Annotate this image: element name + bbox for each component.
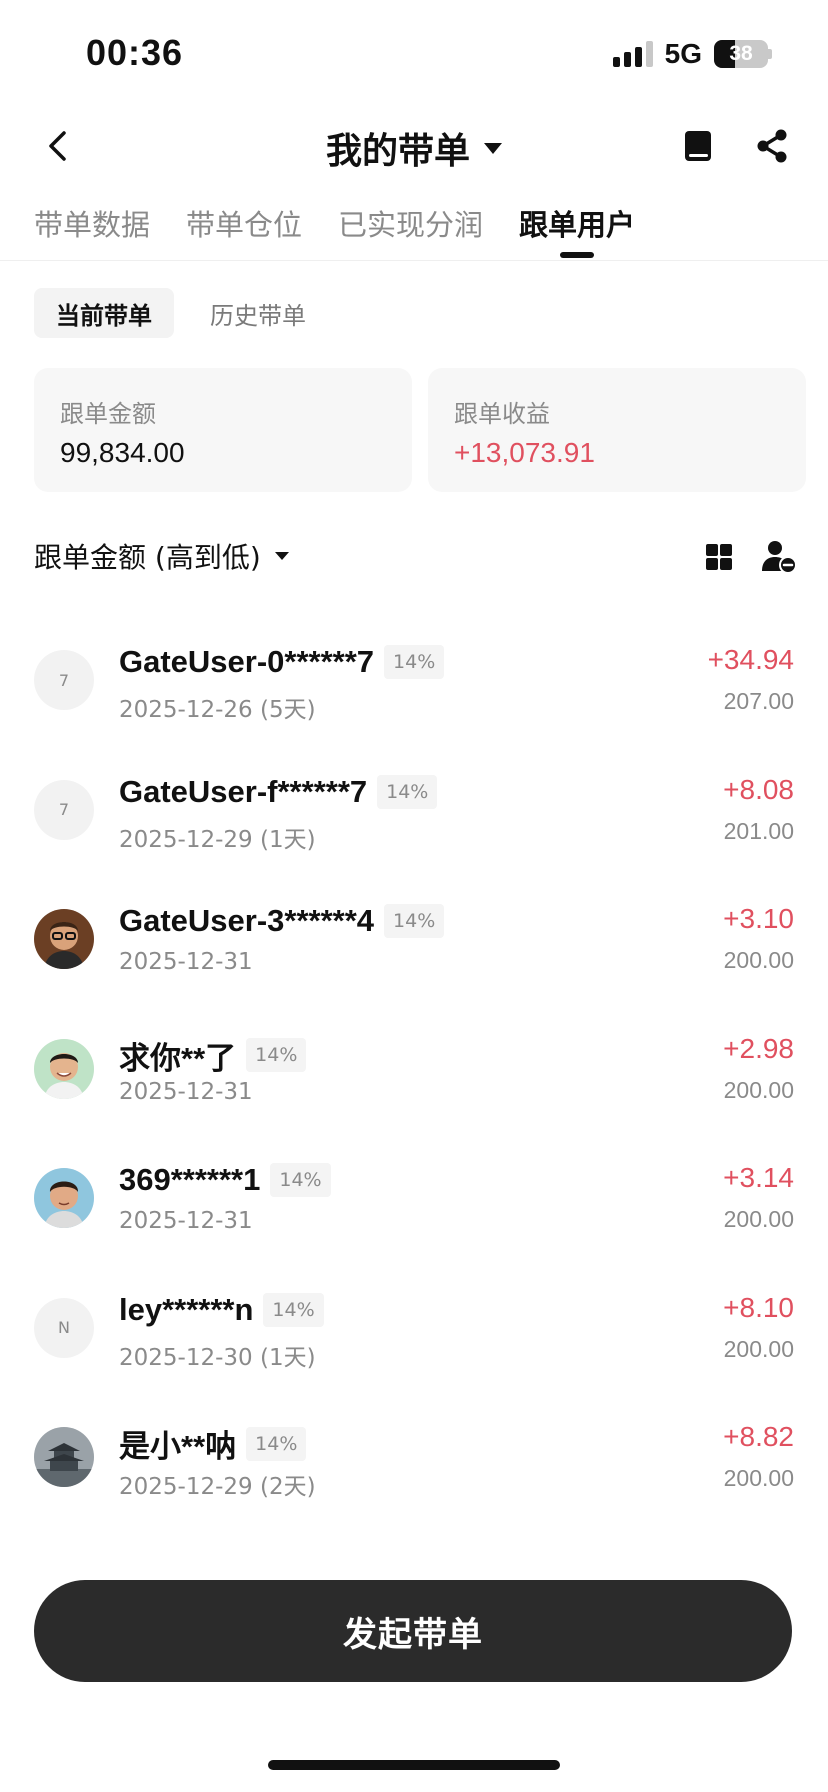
person-avatar-icon — [34, 1168, 94, 1228]
follower-row[interactable]: 7 GateUser-0******7 14% 2025-12-26 (5天) … — [0, 618, 828, 748]
follower-name: GateUser-f******7 — [119, 773, 368, 809]
follower-row[interactable]: 求你**了 14% 2025-12-31 +2.98 200.00 — [0, 1007, 828, 1137]
follower-amount: 200.00 — [723, 1206, 794, 1232]
follower-row[interactable]: 369******1 14% 2025-12-31 +3.14 200.00 — [0, 1136, 828, 1266]
person-avatar-icon — [34, 1038, 94, 1099]
share-button[interactable] — [750, 124, 794, 168]
status-time: 00:36 — [86, 32, 184, 73]
tab-bar: 带单数据 带单仓位 已实现分润 跟单用户 — [34, 202, 635, 258]
user-remove-icon — [762, 541, 797, 574]
sort-row: 跟单金额 (高到低) — [34, 536, 798, 576]
tab-lead-data[interactable]: 带单数据 — [34, 202, 150, 258]
follower-name: GateUser-3******4 — [119, 903, 375, 938]
amount-card: 跟单金额 99,834.00 — [34, 368, 412, 492]
tabs-divider — [0, 260, 828, 261]
follower-amount: 207.00 — [723, 688, 794, 714]
follower-profit: +3.10 — [723, 903, 794, 934]
subtab-history[interactable]: 历史带单 — [188, 288, 328, 338]
amount-value: 99,834.00 — [60, 437, 185, 468]
status-bar: 00:36 5G 38 — [0, 0, 828, 100]
remove-follower-button[interactable] — [760, 538, 798, 574]
avatar-photo — [34, 909, 94, 969]
follower-row[interactable]: N ley******n 14% 2025-12-30 (1天) +8.10 2… — [0, 1266, 828, 1396]
avatar: 7 — [34, 779, 94, 840]
share-icon — [757, 129, 787, 163]
amount-label: 跟单金额 — [60, 400, 156, 428]
follower-list: 7 GateUser-0******7 14% 2025-12-26 (5天) … — [0, 618, 828, 1525]
avatar-photo — [34, 1427, 94, 1487]
follow-date: 2025-12-29 (1天) — [119, 826, 316, 853]
chevron-down-icon — [274, 552, 289, 560]
follower-name: 是小**呐 — [119, 1429, 237, 1464]
home-indicator[interactable] — [268, 1760, 560, 1770]
follower-amount: 200.00 — [723, 947, 794, 973]
subtab-bar: 当前带单 历史带单 — [34, 288, 328, 338]
follow-date: 2025-12-31 — [119, 949, 253, 975]
follow-date: 2025-12-26 (5天) — [119, 697, 316, 723]
avatar-photo — [34, 1168, 94, 1228]
follower-profit: +2.98 — [723, 1032, 794, 1064]
follower-amount: 200.00 — [723, 1335, 794, 1362]
start-leading-button[interactable]: 发起带单 — [34, 1580, 792, 1682]
profit-label: 跟单收益 — [454, 400, 550, 428]
follower-name: ley******n — [119, 1291, 254, 1327]
subtab-current[interactable]: 当前带单 — [34, 288, 174, 338]
follower-profit: +3.14 — [723, 1162, 794, 1193]
follow-date: 2025-12-30 (1天) — [119, 1344, 316, 1371]
signal-icon — [612, 41, 653, 67]
follower-name: 369******1 — [119, 1162, 261, 1197]
follower-profit: +8.82 — [723, 1421, 794, 1452]
network-label: 5G — [664, 38, 702, 69]
share-ratio-badge: 14% — [384, 904, 445, 938]
book-icon — [685, 131, 711, 161]
profit-value: +13,073.91 — [454, 437, 595, 468]
avatar: 7 — [34, 650, 94, 710]
tab-followers[interactable]: 跟单用户 — [519, 202, 635, 258]
share-ratio-badge: 14% — [246, 1426, 307, 1461]
follower-row[interactable]: GateUser-3******4 14% 2025-12-31 +3.10 2… — [0, 877, 828, 1007]
avatar: N — [34, 1297, 94, 1358]
follower-amount: 200.00 — [723, 1076, 794, 1103]
nav-bar: 我的带单 — [0, 110, 828, 182]
page-title: 我的带单 — [325, 131, 470, 172]
grid-view-button[interactable] — [702, 540, 736, 574]
share-ratio-badge: 14% — [384, 645, 445, 679]
follow-date: 2025-12-31 — [119, 1208, 253, 1234]
tab-realized-profit-share[interactable]: 已实现分润 — [338, 202, 483, 258]
tab-lead-positions[interactable]: 带单仓位 — [186, 202, 302, 258]
guide-button[interactable] — [676, 124, 720, 168]
person-avatar-icon — [34, 909, 94, 969]
follower-profit: +8.08 — [723, 773, 794, 805]
share-ratio-badge: 14% — [246, 1038, 307, 1072]
battery-label: 38 — [729, 42, 753, 65]
grid-icon — [706, 544, 732, 570]
follow-date: 2025-12-29 (2天) — [119, 1474, 316, 1500]
sort-dropdown[interactable]: 跟单金额 (高到低) — [34, 536, 289, 576]
follower-amount: 200.00 — [723, 1465, 794, 1491]
share-ratio-badge: 14% — [377, 774, 438, 809]
follower-name: 求你**了 — [119, 1040, 237, 1076]
sort-label: 跟单金额 (高到低) — [34, 541, 261, 574]
share-ratio-badge: 14% — [263, 1292, 324, 1327]
profit-card: 跟单收益 +13,073.91 — [428, 368, 806, 492]
status-indicators: 5G 38 — [612, 38, 772, 70]
follower-profit: +8.10 — [723, 1291, 794, 1323]
follower-profit: +34.94 — [707, 644, 794, 675]
pagoda-avatar-icon — [34, 1427, 94, 1487]
chevron-down-icon — [484, 142, 502, 154]
summary-cards: 跟单金额 99,834.00 跟单收益 +13,073.91 — [34, 368, 806, 492]
follower-row[interactable]: 7 GateUser-f******7 14% 2025-12-29 (1天) … — [0, 748, 828, 878]
follower-row[interactable]: 是小**呐 14% 2025-12-29 (2天) +8.82 200.00 — [0, 1395, 828, 1525]
battery-icon: 38 — [714, 40, 772, 68]
follow-date: 2025-12-31 — [119, 1078, 253, 1105]
avatar-photo — [34, 1038, 94, 1099]
share-ratio-badge: 14% — [270, 1163, 331, 1197]
follower-name: GateUser-0******7 — [119, 644, 375, 679]
follower-amount: 201.00 — [723, 817, 794, 844]
